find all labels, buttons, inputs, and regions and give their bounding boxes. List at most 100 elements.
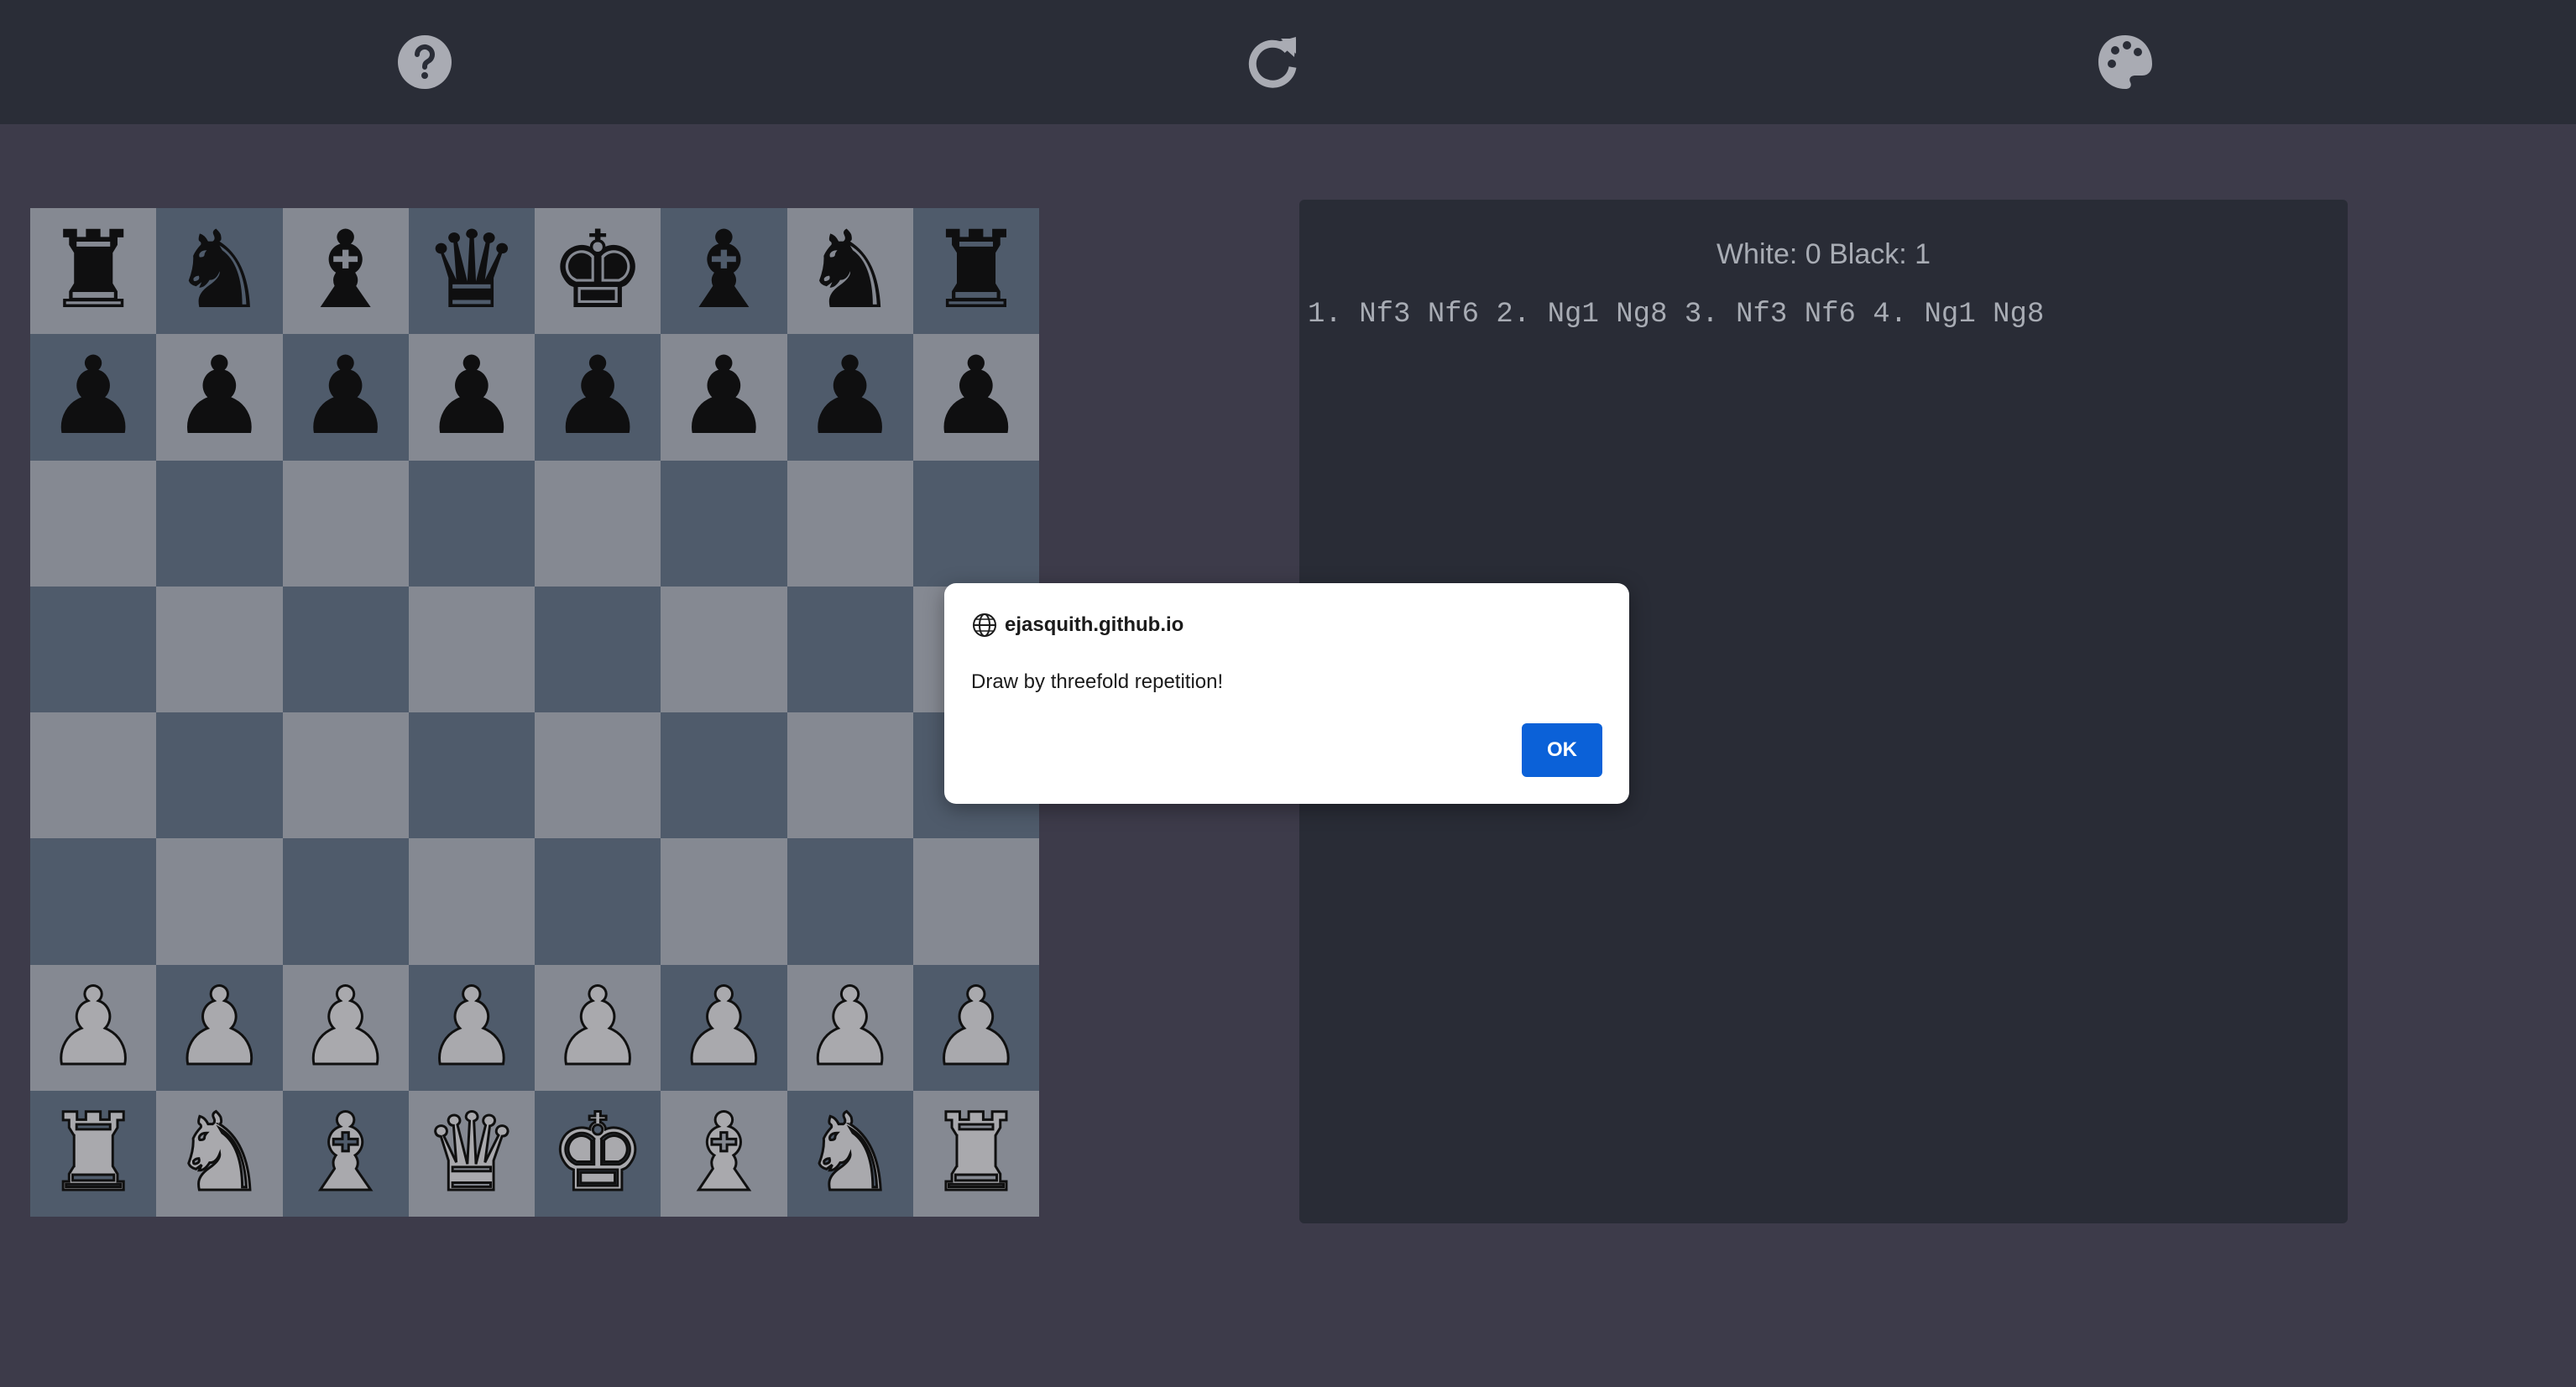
- square-g4[interactable]: [786, 712, 913, 839]
- black-pawn-icon[interactable]: ♟: [928, 343, 1025, 451]
- black-queen-icon[interactable]: ♛: [424, 217, 520, 325]
- square-a2[interactable]: ♟: [30, 964, 157, 1091]
- black-bishop-icon[interactable]: ♝: [297, 217, 394, 325]
- white-pawn-icon[interactable]: ♟: [548, 972, 647, 1082]
- black-pawn-icon[interactable]: ♟: [676, 343, 772, 451]
- square-e7[interactable]: ♟: [535, 334, 661, 461]
- white-rook-icon[interactable]: ♜: [927, 1098, 1026, 1208]
- square-c4[interactable]: [282, 712, 409, 839]
- square-h8[interactable]: ♜: [912, 208, 1039, 335]
- ok-button[interactable]: OK: [1522, 723, 1602, 777]
- square-b7[interactable]: ♟: [156, 334, 283, 461]
- square-e1[interactable]: ♚: [535, 1090, 661, 1217]
- square-f7[interactable]: ♟: [661, 334, 787, 461]
- square-e6[interactable]: [535, 460, 661, 587]
- square-c2[interactable]: ♟: [282, 964, 409, 1091]
- square-e2[interactable]: ♟: [535, 964, 661, 1091]
- white-bishop-icon[interactable]: ♝: [675, 1098, 774, 1208]
- black-pawn-icon[interactable]: ♟: [802, 343, 898, 451]
- square-g5[interactable]: [786, 586, 913, 712]
- square-c3[interactable]: [282, 838, 409, 965]
- square-f5[interactable]: [661, 586, 787, 712]
- square-h6[interactable]: [912, 460, 1039, 587]
- square-d3[interactable]: [408, 838, 535, 965]
- black-knight-icon[interactable]: ♞: [171, 217, 268, 325]
- black-bishop-icon[interactable]: ♝: [676, 217, 772, 325]
- black-pawn-icon[interactable]: ♟: [424, 343, 520, 451]
- restart-button[interactable]: [1241, 29, 1308, 96]
- square-d5[interactable]: [408, 586, 535, 712]
- black-pawn-icon[interactable]: ♟: [171, 343, 268, 451]
- white-king-icon[interactable]: ♚: [548, 1098, 647, 1208]
- black-king-icon[interactable]: ♚: [550, 217, 646, 325]
- square-a6[interactable]: [30, 460, 157, 587]
- black-rook-icon[interactable]: ♜: [928, 217, 1025, 325]
- black-rook-icon[interactable]: ♜: [45, 217, 142, 325]
- white-knight-icon[interactable]: ♞: [801, 1098, 900, 1208]
- square-d4[interactable]: [408, 712, 535, 839]
- square-d1[interactable]: ♛: [408, 1090, 535, 1217]
- white-pawn-icon[interactable]: ♟: [422, 972, 521, 1082]
- square-c8[interactable]: ♝: [282, 208, 409, 335]
- white-bishop-icon[interactable]: ♝: [296, 1098, 395, 1208]
- square-g1[interactable]: ♞: [786, 1090, 913, 1217]
- square-a7[interactable]: ♟: [30, 334, 157, 461]
- alert-dialog: ejasquith.github.io Draw by threefold re…: [944, 583, 1629, 804]
- square-g6[interactable]: [786, 460, 913, 587]
- square-b3[interactable]: [156, 838, 283, 965]
- square-d7[interactable]: ♟: [408, 334, 535, 461]
- black-pawn-icon[interactable]: ♟: [45, 343, 142, 451]
- white-pawn-icon[interactable]: ♟: [801, 972, 900, 1082]
- square-b6[interactable]: [156, 460, 283, 587]
- square-d8[interactable]: ♛: [408, 208, 535, 335]
- white-rook-icon[interactable]: ♜: [44, 1098, 143, 1208]
- square-a5[interactable]: [30, 586, 157, 712]
- square-g2[interactable]: ♟: [786, 964, 913, 1091]
- square-g3[interactable]: [786, 838, 913, 965]
- white-pawn-icon[interactable]: ♟: [170, 972, 269, 1082]
- white-pawn-icon[interactable]: ♟: [675, 972, 774, 1082]
- square-e8[interactable]: ♚: [535, 208, 661, 335]
- square-c6[interactable]: [282, 460, 409, 587]
- square-h1[interactable]: ♜: [912, 1090, 1039, 1217]
- square-b2[interactable]: ♟: [156, 964, 283, 1091]
- square-a3[interactable]: [30, 838, 157, 965]
- square-e3[interactable]: [535, 838, 661, 965]
- square-b8[interactable]: ♞: [156, 208, 283, 335]
- square-d6[interactable]: [408, 460, 535, 587]
- black-pawn-icon[interactable]: ♟: [550, 343, 646, 451]
- square-a4[interactable]: [30, 712, 157, 839]
- white-knight-icon[interactable]: ♞: [170, 1098, 269, 1208]
- black-knight-icon[interactable]: ♞: [802, 217, 898, 325]
- white-queen-icon[interactable]: ♛: [422, 1098, 521, 1208]
- square-b1[interactable]: ♞: [156, 1090, 283, 1217]
- help-button[interactable]: [391, 29, 458, 96]
- square-a1[interactable]: ♜: [30, 1090, 157, 1217]
- square-g7[interactable]: ♟: [786, 334, 913, 461]
- black-pawn-icon[interactable]: ♟: [297, 343, 394, 451]
- square-d2[interactable]: ♟: [408, 964, 535, 1091]
- square-f4[interactable]: [661, 712, 787, 839]
- square-b5[interactable]: [156, 586, 283, 712]
- square-h2[interactable]: ♟: [912, 964, 1039, 1091]
- square-g8[interactable]: ♞: [786, 208, 913, 335]
- white-pawn-icon[interactable]: ♟: [296, 972, 395, 1082]
- square-f2[interactable]: ♟: [661, 964, 787, 1091]
- square-f3[interactable]: [661, 838, 787, 965]
- square-f8[interactable]: ♝: [661, 208, 787, 335]
- square-c5[interactable]: [282, 586, 409, 712]
- square-c7[interactable]: ♟: [282, 334, 409, 461]
- square-h3[interactable]: [912, 838, 1039, 965]
- white-pawn-icon[interactable]: ♟: [44, 972, 143, 1082]
- theme-button[interactable]: [2092, 29, 2159, 96]
- question-circle-icon: [398, 35, 452, 89]
- square-e5[interactable]: [535, 586, 661, 712]
- white-pawn-icon[interactable]: ♟: [927, 972, 1026, 1082]
- square-b4[interactable]: [156, 712, 283, 839]
- square-f6[interactable]: [661, 460, 787, 587]
- square-h7[interactable]: ♟: [912, 334, 1039, 461]
- square-e4[interactable]: [535, 712, 661, 839]
- square-a8[interactable]: ♜: [30, 208, 157, 335]
- square-c1[interactable]: ♝: [282, 1090, 409, 1217]
- square-f1[interactable]: ♝: [661, 1090, 787, 1217]
